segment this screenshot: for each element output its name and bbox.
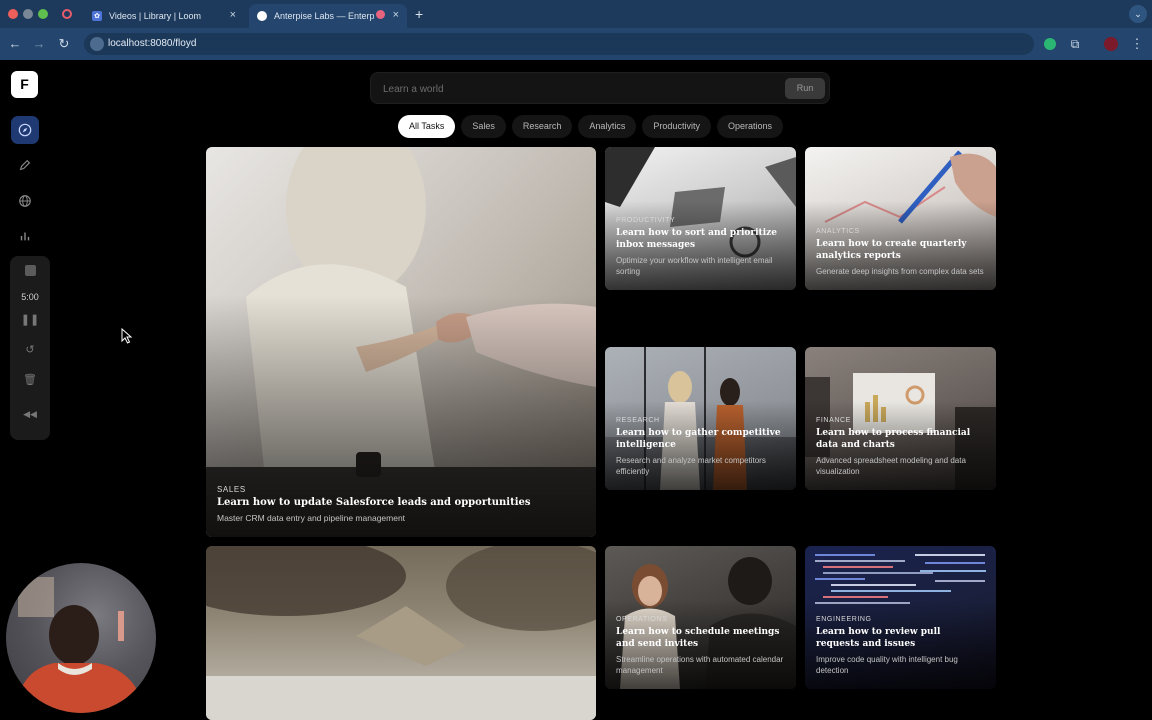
card-category: ENGINEERING	[816, 616, 872, 623]
stop-recording-button[interactable]	[10, 265, 50, 279]
card-subtitle: Research and analyze market competitors …	[616, 456, 766, 476]
card-category: RESEARCH	[616, 417, 660, 424]
back-icon[interactable]: ←	[7, 36, 23, 52]
reload-icon[interactable]: ↻	[56, 36, 72, 52]
card-title: Learn how to schedule meetings and send …	[616, 627, 780, 649]
pause-icon[interactable]: ❚❚	[10, 313, 50, 326]
app-logo[interactable]: F	[11, 71, 38, 98]
task-card-salesforce[interactable]: SALES Learn how to update Salesforce lea…	[206, 147, 596, 537]
filter-analytics[interactable]: Analytics	[578, 115, 637, 138]
recording-controls-panel: 5:00 ❚❚ ↺ 🗑 ◀◀	[10, 256, 50, 440]
blurred-wood-photo	[206, 546, 596, 720]
tab-title: Anterpise Labs — Enterpri	[274, 11, 374, 21]
loom-recording-icon[interactable]	[62, 9, 72, 19]
tab-title: Videos | Library | Loom	[109, 11, 202, 21]
card-title: Learn how to review pull requests and is…	[816, 627, 941, 649]
loom-favicon-icon: ✿	[92, 11, 102, 21]
run-button[interactable]: Run	[785, 78, 825, 99]
card-title: Learn how to gather competitive intellig…	[616, 428, 781, 450]
card-subtitle: Improve code quality with intelligent bu…	[816, 655, 958, 675]
webcam-bubble[interactable]	[6, 563, 156, 713]
card-subtitle: Streamline operations with automated cal…	[616, 655, 784, 675]
rewind-icon[interactable]: ◀◀	[10, 409, 50, 420]
forward-icon[interactable]: →	[31, 36, 47, 52]
close-tab-icon[interactable]: ×	[393, 9, 399, 21]
recording-dot-icon	[14, 689, 26, 701]
recording-timer: 5:00	[21, 292, 39, 302]
task-card-research[interactable]: RESEARCH Learn how to gather competitive…	[605, 347, 796, 490]
profile-avatar[interactable]	[1104, 37, 1118, 51]
filter-all-tasks[interactable]: All Tasks	[398, 115, 456, 138]
card-subtitle: Advanced spreadsheet modeling and data v…	[816, 456, 966, 476]
tab-search-icon[interactable]: ⌄	[1129, 5, 1147, 23]
task-card-pull-requests[interactable]: ENGINEERING Learn how to review pull req…	[805, 546, 996, 689]
card-title: Learn how to process financial data and …	[816, 428, 971, 450]
window-close-button[interactable]	[8, 9, 18, 19]
card-subtitle: Generate deep insights from complex data…	[816, 267, 984, 276]
task-card-meetings[interactable]: OPERATIONS Learn how to schedule meeting…	[605, 546, 796, 689]
close-tab-icon[interactable]: ×	[230, 9, 236, 21]
tab-anterpise[interactable]: Anterpise Labs — Enterpri ×	[249, 4, 407, 28]
filter-sales[interactable]: Sales	[461, 115, 506, 138]
task-card-finance[interactable]: FINANCE Learn how to process financial d…	[805, 347, 996, 490]
card-title: Learn how to sort and prioritize inbox m…	[616, 228, 777, 250]
window-minimize-button[interactable]	[23, 9, 33, 19]
search-input[interactable]	[383, 81, 763, 97]
more-menu-icon[interactable]: ⋮	[1129, 36, 1145, 52]
new-tab-icon[interactable]: +	[415, 6, 423, 22]
card-subtitle: Optimize your workflow with intelligent …	[616, 256, 773, 276]
site-info-icon[interactable]	[90, 37, 104, 51]
task-card-inbox[interactable]: PRODUCTIVITY Learn how to sort and prior…	[605, 147, 796, 290]
address-bar[interactable]: localhost:8080/floyd	[84, 33, 1034, 55]
card-category: OPERATIONS	[616, 616, 668, 623]
recording-indicator-icon	[376, 10, 385, 19]
globe-icon[interactable]	[11, 187, 39, 215]
pen-icon[interactable]	[11, 151, 39, 179]
restart-icon[interactable]: ↺	[10, 343, 50, 356]
trash-icon[interactable]: 🗑	[10, 373, 50, 386]
grammarly-extension-icon[interactable]	[1044, 38, 1056, 50]
url-text: localhost:8080/floyd	[108, 38, 197, 49]
presenter-video	[16, 577, 146, 713]
card-category: SALES	[217, 485, 246, 494]
browser-tab-bar: ✿ Videos | Library | Loom × Anterpise La…	[0, 0, 1152, 28]
card-category: PRODUCTIVITY	[616, 217, 676, 224]
task-card-blurred[interactable]	[206, 546, 596, 720]
mouse-cursor-icon	[121, 328, 133, 344]
card-title: Learn how to create quarterly analytics …	[816, 239, 967, 261]
card-category: FINANCE	[816, 417, 851, 424]
bar-chart-icon[interactable]	[11, 222, 39, 250]
window-maximize-button[interactable]	[38, 9, 48, 19]
app-favicon-icon	[257, 11, 267, 21]
category-filters: All Tasks Sales Research Analytics Produ…	[398, 115, 783, 138]
compass-icon[interactable]	[11, 116, 39, 144]
extensions-icon[interactable]: ⧉	[1067, 36, 1083, 52]
tab-loom[interactable]: ✿ Videos | Library | Loom ×	[84, 4, 244, 28]
task-card-analytics[interactable]: ANALYTICS Learn how to create quarterly …	[805, 147, 996, 290]
card-subtitle: Master CRM data entry and pipeline manag…	[217, 513, 406, 523]
task-search-bar: Run	[370, 72, 830, 104]
card-title: Learn how to update Salesforce leads and…	[217, 497, 531, 508]
filter-productivity[interactable]: Productivity	[642, 115, 711, 138]
filter-operations[interactable]: Operations	[716, 115, 783, 138]
filter-research[interactable]: Research	[511, 115, 573, 138]
card-category: ANALYTICS	[816, 228, 860, 235]
